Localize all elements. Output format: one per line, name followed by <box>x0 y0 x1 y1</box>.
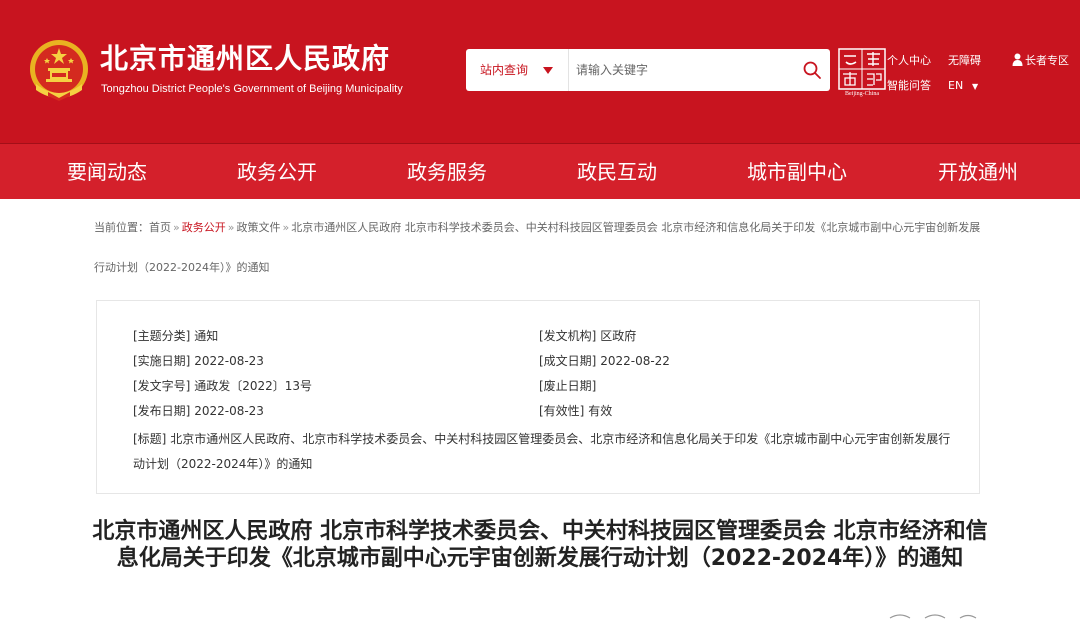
smart-qa-link[interactable]: 智能问答 <box>887 79 931 93</box>
nav-item-gov-open[interactable]: 政务公开 <box>237 158 317 186</box>
nav-item-gov-service[interactable]: 政务服务 <box>407 158 487 186</box>
info-title: [标题] 北京市通州区人民政府、北京市科学技术委员会、中关村科技园区管理委员会、… <box>133 427 953 477</box>
decorative-divider <box>889 614 977 619</box>
search-box: 站内查询 <box>466 49 830 91</box>
info-docno: [发文字号] 通政发〔2022〕13号 <box>133 378 312 394</box>
info-effective: [实施日期] 2022-08-23 <box>133 353 264 369</box>
article-title: 北京市通州区人民政府 北京市科学技术委员会、中关村科技园区管理委员会 北京市经济… <box>92 519 988 571</box>
info-effective-label: [实施日期] <box>133 354 191 368</box>
search-scope-dropdown[interactable]: 站内查询 <box>466 49 569 91</box>
info-issuer-label: [发文机构] <box>539 329 597 343</box>
personal-center-link[interactable]: 个人中心 <box>887 54 931 68</box>
breadcrumb-docs[interactable]: 政策文件 <box>236 221 280 234</box>
accessibility-link[interactable]: 无障碍 <box>948 54 981 68</box>
info-topic-label: [主题分类] <box>133 329 191 343</box>
info-abolish-label: [废止日期] <box>539 379 597 393</box>
person-icon <box>1012 53 1023 66</box>
nav-item-interaction[interactable]: 政民互动 <box>577 158 657 186</box>
info-topic: [主题分类] 通知 <box>133 328 218 344</box>
site-header: 北京市通州区人民政府 Tongzhou District People's Go… <box>0 0 1080 143</box>
info-docno-value: 通政发〔2022〕13号 <box>194 379 313 393</box>
info-published-label: [发布日期] <box>133 404 191 418</box>
national-emblem-icon <box>30 40 88 101</box>
search-scope-label: 站内查询 <box>480 63 529 77</box>
nav-item-open-tongzhou[interactable]: 开放通州 <box>938 158 1018 186</box>
info-published: [发布日期] 2022-08-23 <box>133 403 264 419</box>
main-nav: 要闻动态 政务公开 政务服务 政民互动 城市副中心 开放通州 <box>0 143 1080 199</box>
info-issuer-value: 区政府 <box>600 329 637 343</box>
info-issuer: [发文机构] 区政府 <box>539 328 636 344</box>
info-created-value: 2022-08-22 <box>600 354 670 368</box>
info-created: [成文日期] 2022-08-22 <box>539 353 670 369</box>
info-validity-value: 有效 <box>588 404 613 418</box>
info-validity: [有效性] 有效 <box>539 403 612 419</box>
breadcrumb-separator: » <box>173 221 180 234</box>
breadcrumb-separator: » <box>282 221 290 234</box>
info-topic-value: 通知 <box>194 329 219 343</box>
breadcrumb-prefix: 当前位置： <box>94 221 149 234</box>
site-subtitle: Tongzhou District People's Government of… <box>101 83 403 95</box>
capital-logo-caption: Beijing-China <box>845 91 879 97</box>
info-published-value: 2022-08-23 <box>194 404 264 418</box>
caret-down-icon <box>543 67 553 74</box>
breadcrumb-gov-open[interactable]: 政务公开 <box>182 221 226 234</box>
search-input[interactable] <box>576 56 791 84</box>
info-title-label: [标题] <box>133 432 167 446</box>
info-abolish: [废止日期] <box>539 378 596 394</box>
breadcrumb: 当前位置：首页» 政务公开» 政策文件» 北京市通州区人民政府 北京市科学技术委员会、… <box>94 208 986 288</box>
document-info-box: [主题分类] 通知 [发文机构] 区政府 [实施日期] 2022-08-23 [… <box>96 300 980 494</box>
site-title[interactable]: 北京市通州区人民政府 <box>100 42 390 76</box>
breadcrumb-separator: » <box>227 221 235 234</box>
info-title-value: 北京市通州区人民政府、北京市科学技术委员会、中关村科技园区管理委员会、北京市经济… <box>133 432 951 471</box>
language-switch[interactable]: EN <box>948 79 963 93</box>
nav-item-sub-center[interactable]: 城市副中心 <box>747 158 847 186</box>
info-validity-label: [有效性] <box>539 404 585 418</box>
nav-item-news[interactable]: 要闻动态 <box>67 158 147 186</box>
info-docno-label: [发文字号] <box>133 379 191 393</box>
elderly-zone-link[interactable]: 长者专区 <box>1025 54 1069 68</box>
breadcrumb-home[interactable]: 首页 <box>149 221 171 234</box>
language-caret-icon[interactable]: ▼ <box>972 82 978 92</box>
info-created-label: [成文日期] <box>539 354 597 368</box>
search-icon[interactable] <box>800 58 824 82</box>
info-effective-value: 2022-08-23 <box>194 354 264 368</box>
